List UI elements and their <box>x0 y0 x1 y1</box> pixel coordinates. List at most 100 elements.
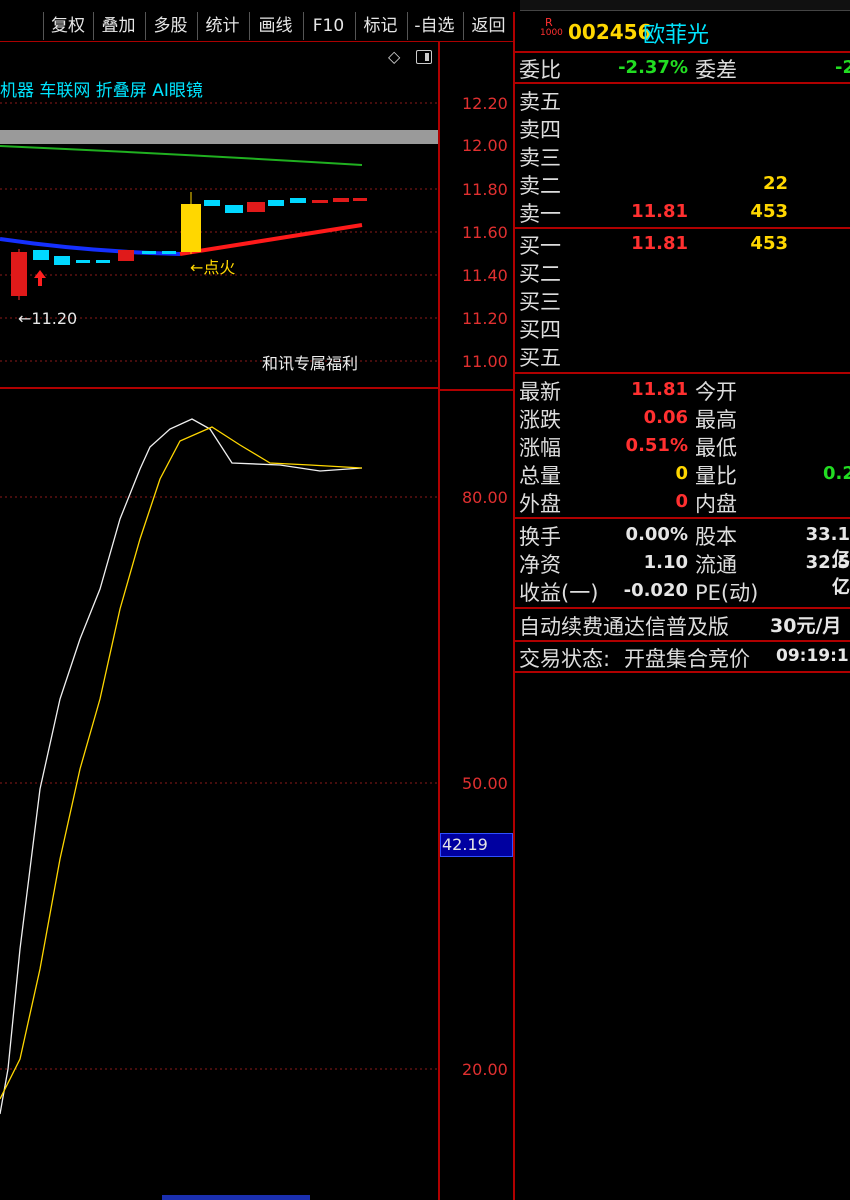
weibi-label: 委比 <box>519 58 561 82</box>
draw-line-button[interactable]: 画线 <box>249 12 301 40</box>
bid-row: 买四 <box>517 314 850 342</box>
candle <box>225 205 243 213</box>
ask-label: 卖三 <box>519 146 561 170</box>
ignition-annotation: ←点火 <box>190 258 236 277</box>
quote-value: 0 <box>675 463 688 484</box>
price-tick: 11.60 <box>462 223 508 242</box>
candle <box>247 202 265 212</box>
fund-value: -0.020 <box>623 580 688 601</box>
bid-volume: 453 <box>750 233 788 254</box>
price-tick: 11.40 <box>462 266 508 285</box>
bid-label: 买三 <box>519 290 561 314</box>
quote-label: 最新 <box>519 380 561 404</box>
bid-row: 买五 <box>517 342 850 370</box>
promo-price[interactable]: 30元/月 <box>770 611 841 638</box>
ask-volume: 453 <box>750 201 788 222</box>
candle <box>142 251 156 254</box>
quote-label: 涨跌 <box>519 408 561 432</box>
candle <box>204 200 220 206</box>
multi-stock-button[interactable]: 多股 <box>145 12 195 40</box>
bid-label: 买五 <box>519 346 561 370</box>
fuquan-button[interactable]: 复权 <box>43 12 92 40</box>
ask-row: 卖二 22 <box>517 170 850 198</box>
ma-red-line <box>179 223 363 256</box>
quote-row: 涨幅 0.51% 最低 <box>517 432 850 460</box>
indicator-yellow-line <box>0 426 363 1100</box>
quote-row: 总量 0 量比 0.2 <box>517 460 850 488</box>
quote-value: 0.06 <box>643 407 688 428</box>
price-tick: 11.20 <box>462 309 508 328</box>
candle <box>96 260 110 263</box>
ask-row: 卖四 <box>517 114 850 142</box>
subscription-promo[interactable]: 自动续费通达信普及版 30元/月 <box>517 611 850 639</box>
status-value: 开盘集合竞价 <box>624 647 750 671</box>
mark-button[interactable]: 标记 <box>355 12 405 40</box>
back-button[interactable]: 返回 <box>463 12 513 40</box>
fund-row: 净资 1.10 流通 32.5亿 <box>517 549 850 598</box>
bottom-time-marker <box>162 1195 310 1200</box>
overlay-button[interactable]: 叠加 <box>93 12 143 40</box>
candle <box>11 252 27 296</box>
ask-volume: 22 <box>762 173 788 194</box>
current-value-marker: 42.19 <box>440 833 513 857</box>
order-divider-mid <box>515 227 850 229</box>
quote-value: 0 <box>675 491 688 512</box>
price-tick: 12.20 <box>462 94 508 113</box>
panel-divider <box>513 12 515 1200</box>
promo-text[interactable]: 自动续费通达信普及版 <box>519 611 729 641</box>
bid-label: 买二 <box>519 262 561 286</box>
indicator-tick: 20.00 <box>462 1060 508 1079</box>
fund-label: 净资 <box>519 553 561 577</box>
toolbar: 复权 叠加 多股 统计 画线 F10 标记 -自选 返回 <box>0 12 515 42</box>
quote-label: 外盘 <box>519 492 561 516</box>
stock-name: 欧菲光 <box>643 23 710 48</box>
quote-label: 最高 <box>695 408 737 432</box>
indicator-tick: 80.00 <box>462 488 508 507</box>
quote-label: 内盘 <box>695 492 737 516</box>
fund-row: 收益(一) -0.020 PE(动) - <box>517 577 850 605</box>
axis-separator <box>440 389 513 391</box>
fund-value: 1.10 <box>643 552 688 573</box>
header-divider <box>515 51 850 53</box>
price-chart[interactable] <box>0 42 438 387</box>
candle <box>333 198 349 202</box>
fund-value: - <box>835 580 843 601</box>
ask-row: 卖一 11.81 453 <box>517 198 850 226</box>
up-arrow-icon <box>34 270 46 286</box>
candle <box>353 198 367 201</box>
price-tick: 12.00 <box>462 136 508 155</box>
quote-label: 量比 <box>695 464 737 488</box>
fund-label: 股本 <box>695 525 737 549</box>
price-tick: 11.80 <box>462 180 508 199</box>
bid-price: 11.81 <box>631 233 688 254</box>
promo-link[interactable]: 和讯专属福利 <box>262 350 358 374</box>
quote-label: 今开 <box>695 380 737 404</box>
f10-button[interactable]: F10 <box>303 12 353 40</box>
fund-row: 换手 0.00% 股本 33.1亿 <box>517 521 850 570</box>
status-divider-bottom <box>515 671 850 673</box>
trading-status: 交易状态: 开盘集合竞价 09:19:15 <box>517 643 850 671</box>
top-strip <box>520 0 850 11</box>
indicator-chart[interactable] <box>0 389 438 1200</box>
price-tick: 11.00 <box>462 352 508 371</box>
quote-label: 涨幅 <box>519 436 561 460</box>
weicha-label: 委差 <box>695 58 737 82</box>
quote-value: 0.51% <box>625 435 688 456</box>
ask-row: 卖五 <box>517 86 850 114</box>
candle <box>162 251 176 254</box>
quote-label: 最低 <box>695 436 737 460</box>
bid-row: 买一 11.81 453 <box>517 230 850 258</box>
fund-label: 收益(一) <box>519 581 599 605</box>
quote-row: 最新 11.81 今开 <box>517 376 850 404</box>
statistics-button[interactable]: 统计 <box>197 12 247 40</box>
stock-code: 002456 <box>568 20 652 44</box>
candle <box>33 250 49 260</box>
status-label: 交易状态: <box>519 647 611 671</box>
bid-label: 买一 <box>519 234 561 258</box>
fund-label: 换手 <box>519 525 561 549</box>
bid-row: 买二 <box>517 258 850 286</box>
candle-highlight <box>181 204 201 252</box>
candle <box>312 200 328 203</box>
quote-value: 0.2 <box>823 463 850 484</box>
remove-watchlist-button[interactable]: -自选 <box>407 12 461 40</box>
